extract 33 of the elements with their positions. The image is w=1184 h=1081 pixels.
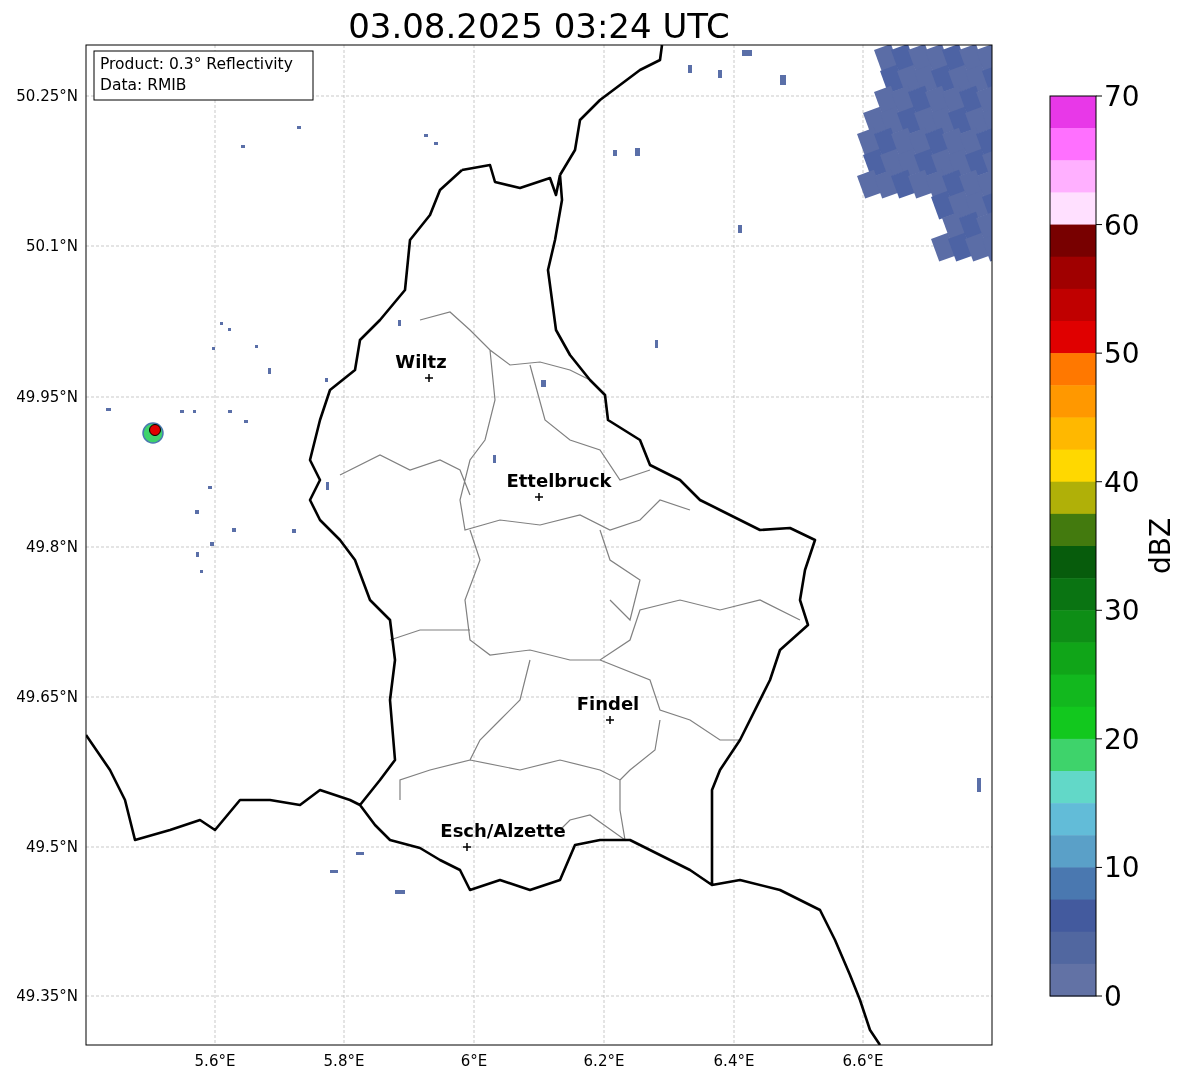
chart-title: 03.08.2025 03:24 UTC — [348, 6, 730, 46]
axis-tick-label: 49.5°N — [25, 838, 78, 856]
axis-tick-label: 6.6°E — [842, 1052, 884, 1070]
colorbar-tick-label: 60 — [1104, 208, 1140, 242]
axis-tick-label: 49.65°N — [16, 688, 78, 706]
city-label: Findel — [576, 693, 640, 714]
colorbar-tick-label: 50 — [1104, 337, 1140, 371]
axis-tick-label: 49.8°N — [25, 538, 78, 556]
colorbar-tick-label: 70 — [1104, 80, 1140, 113]
colorbar-tick-label: 0 — [1104, 980, 1122, 1013]
colorbar-tick-label: 10 — [1104, 851, 1140, 885]
city-label: Wiltz — [395, 351, 447, 372]
axis-tick-label: 6°E — [460, 1052, 488, 1070]
axis-tick-label: 5.8°E — [323, 1052, 365, 1070]
city-marker-icon — [424, 373, 434, 383]
axis-tick-label: 6.2°E — [583, 1052, 625, 1070]
city-marker-icon — [605, 715, 615, 725]
axis-tick-label: 6.4°E — [713, 1052, 755, 1070]
colorbar-tick-label: 40 — [1104, 465, 1140, 499]
city-marker-icon — [462, 842, 472, 852]
axis-tick-label: 49.95°N — [16, 388, 78, 406]
axis-tick-label: 50.1°N — [25, 237, 78, 255]
colorbar-tick-label: 20 — [1104, 722, 1140, 756]
radar-site-marker — [142, 422, 164, 444]
city-marker-icon — [534, 492, 544, 502]
info-box: Product: 0.3° Reflectivity Data: RMIB — [93, 50, 314, 101]
colorbar-tick-label: 30 — [1104, 594, 1140, 628]
city-label: Ettelbruck — [506, 470, 612, 491]
axis-tick-label: 5.6°E — [194, 1052, 236, 1070]
axis-tick-label: 50.25°N — [16, 87, 78, 105]
axis-tick-label: 49.35°N — [16, 987, 78, 1005]
colorbar-label: dBZ — [1144, 517, 1177, 575]
city-label: Esch/Alzette — [440, 820, 566, 841]
